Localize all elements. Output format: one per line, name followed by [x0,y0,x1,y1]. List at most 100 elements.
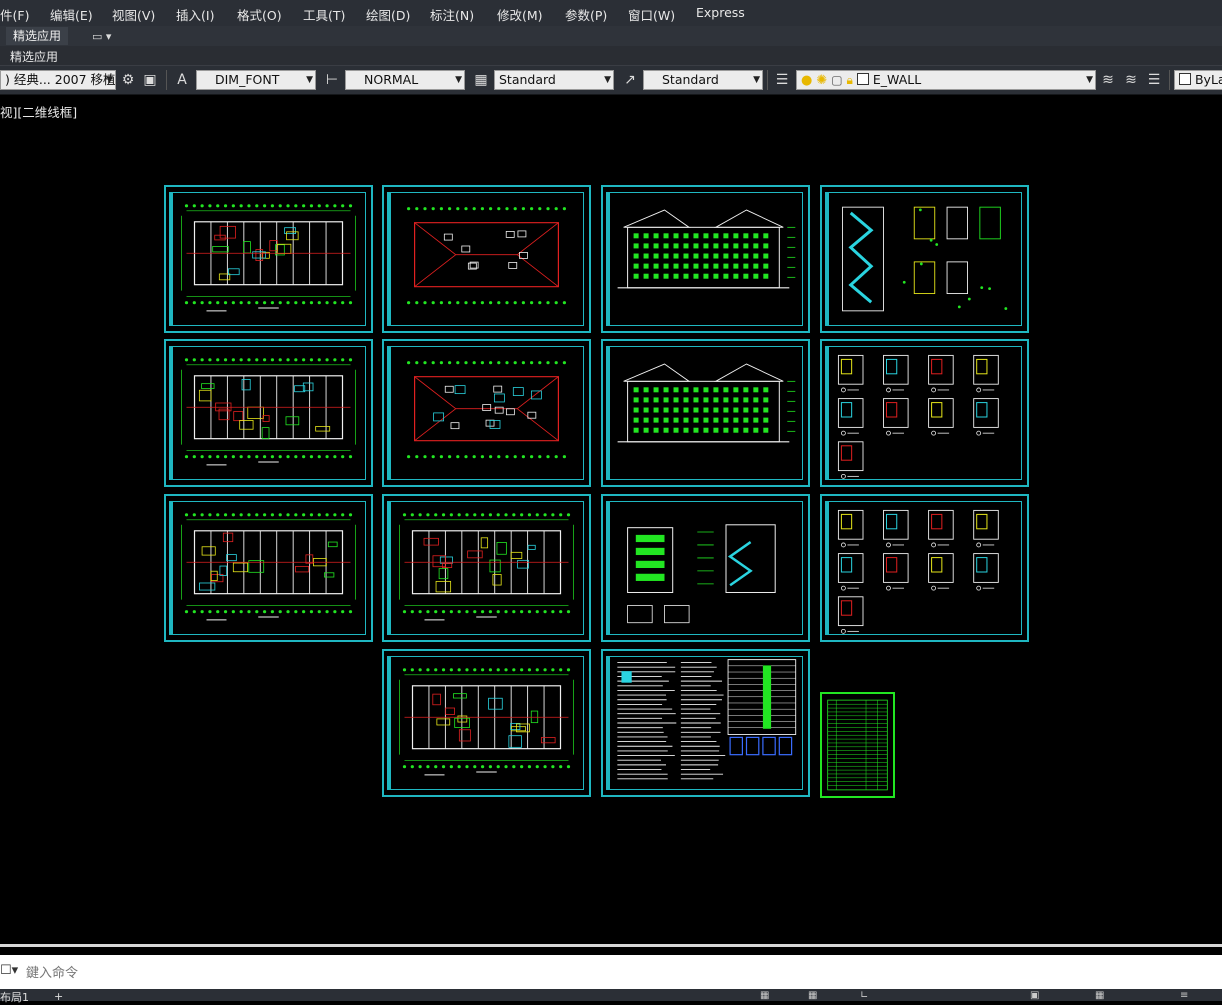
cad-stroke [714,363,784,382]
customize-icon[interactable]: ≡ [1180,990,1188,1001]
drawing-sheet[interactable] [382,339,591,487]
ortho-icon[interactable]: ∟ [860,990,868,1001]
add-layout-button[interactable]: + [54,990,63,1003]
menu-edit[interactable]: 编辑(E) [50,5,93,24]
snap-icon[interactable]: ▦ [808,990,817,1001]
cad-stroke [886,585,891,591]
drawing-sheet[interactable] [601,185,810,333]
drawing-sheet[interactable] [164,494,373,642]
table-style-select[interactable]: Standard ▼ [494,70,614,90]
drawing-sheet[interactable] [820,339,1029,487]
drawing-sheet[interactable] [382,185,591,333]
window-mark [703,397,709,403]
grid-bubble [505,207,509,211]
drawing-sheet[interactable] [164,339,373,487]
grid-bubble [513,361,517,365]
grid-bubble [184,610,189,614]
workspace-switch-icon[interactable]: ▦ [1095,990,1104,1001]
cad-stroke [438,568,449,580]
cad-stroke [454,385,466,395]
dimension-style-icon[interactable]: ⊢ [322,70,342,90]
dimension-style-select[interactable]: NORMAL ▼ [345,70,465,90]
menu-window[interactable]: 窗口(W) [628,5,675,24]
text-style-icon[interactable]: A [172,70,192,90]
table-style-icon[interactable]: ▦ [471,70,491,90]
multileader-style-icon[interactable]: ↗ [620,70,640,90]
make-current-layer-icon[interactable]: ≋ [1098,70,1118,90]
menu-express[interactable]: Express [696,5,745,20]
workspace-settings-icon[interactable]: ▣ [140,70,160,90]
window-mark [635,573,665,581]
cad-stroke [527,544,536,550]
chevron-down-icon: ▼ [604,75,611,85]
layout-tab[interactable]: 布局1 [0,989,29,1005]
grid-bubble [551,765,555,769]
grid-bubble [278,455,282,459]
grid-bubble [325,301,329,305]
cad-stroke [467,550,483,559]
color-select[interactable]: ByLa [1174,70,1222,90]
window-mark [633,233,639,239]
grid-bubble [231,301,235,305]
grid-bubble [457,513,461,517]
layer-select[interactable]: ● ✺ ▢ 🔒︎ E_WALL ▼ [796,70,1096,90]
drawing-sheet[interactable] [164,185,373,333]
grid-bubble [480,207,484,211]
menu-parametric[interactable]: 参数(P) [565,5,607,24]
drawing-sheet[interactable] [382,649,591,797]
grid-bubble [423,361,427,365]
layer-state-icon[interactable]: ☰ [1144,70,1164,90]
window-mark [753,427,759,433]
grid-bubble [496,765,500,769]
grid-bubble [472,207,476,211]
grid-icon[interactable]: ▦ [760,990,769,1001]
drawing-index-sheet[interactable] [820,692,895,798]
drawing-sheet[interactable] [382,494,591,642]
grid-bubble [317,301,321,305]
menu-modify[interactable]: 修改(M) [497,5,543,24]
annotation-icon[interactable]: ▣ [1030,990,1039,1001]
layer-properties-icon[interactable]: ☰ [772,70,792,90]
menu-draw[interactable]: 绘图(D) [366,5,410,24]
menu-file[interactable]: 件(F) [0,5,29,24]
menu-tools[interactable]: 工具(T) [303,5,345,24]
drawing-sheet[interactable] [601,494,810,642]
command-history-icon[interactable]: ☐▾ [0,963,18,978]
menu-insert[interactable]: 插入(I) [176,5,214,24]
grid-bubble [543,610,547,614]
cad-stroke [450,422,460,430]
text-style-select[interactable]: DIM_FONT ▼ [196,70,316,90]
cad-stroke [443,233,453,241]
grid-bubble [521,207,525,211]
menu-view[interactable]: 视图(V) [112,5,155,24]
drawing-sheet[interactable] [601,649,810,797]
multileader-style-select[interactable]: Standard ▼ [643,70,763,90]
cad-stroke [226,554,237,562]
cad-stroke [886,430,891,436]
window-mark [713,427,719,433]
ribbon-toggle-icon[interactable]: ▭ ▾ [92,30,111,43]
grid-bubble [231,610,235,614]
cad-stroke [840,473,846,479]
workspace-select[interactable]: ) 经典... 2007 移植 ▼ [0,70,116,90]
grid-bubble [341,204,345,208]
grid-bubble [456,361,460,365]
window-mark [663,263,669,269]
layer-previous-icon[interactable]: ≋ [1121,70,1141,90]
grid-bubble [348,358,353,362]
cad-stroke [931,542,936,548]
grid-bubble [317,455,321,459]
ribbon-tab-featured-apps[interactable]: 精选应用 [6,27,68,45]
drawing-sheet[interactable] [820,494,1029,642]
grid-bubble [423,207,427,211]
command-input[interactable] [24,962,628,984]
cad-stroke [480,537,489,549]
gear-icon[interactable]: ⚙ [118,70,138,90]
menu-format[interactable]: 格式(O) [237,5,282,24]
grid-bubble [457,610,461,614]
cad-stroke [931,513,943,530]
drawing-sheet[interactable] [601,339,810,487]
menu-dimension[interactable]: 标注(N) [430,5,474,24]
window-mark [663,427,669,433]
drawing-sheet[interactable] [820,185,1029,333]
